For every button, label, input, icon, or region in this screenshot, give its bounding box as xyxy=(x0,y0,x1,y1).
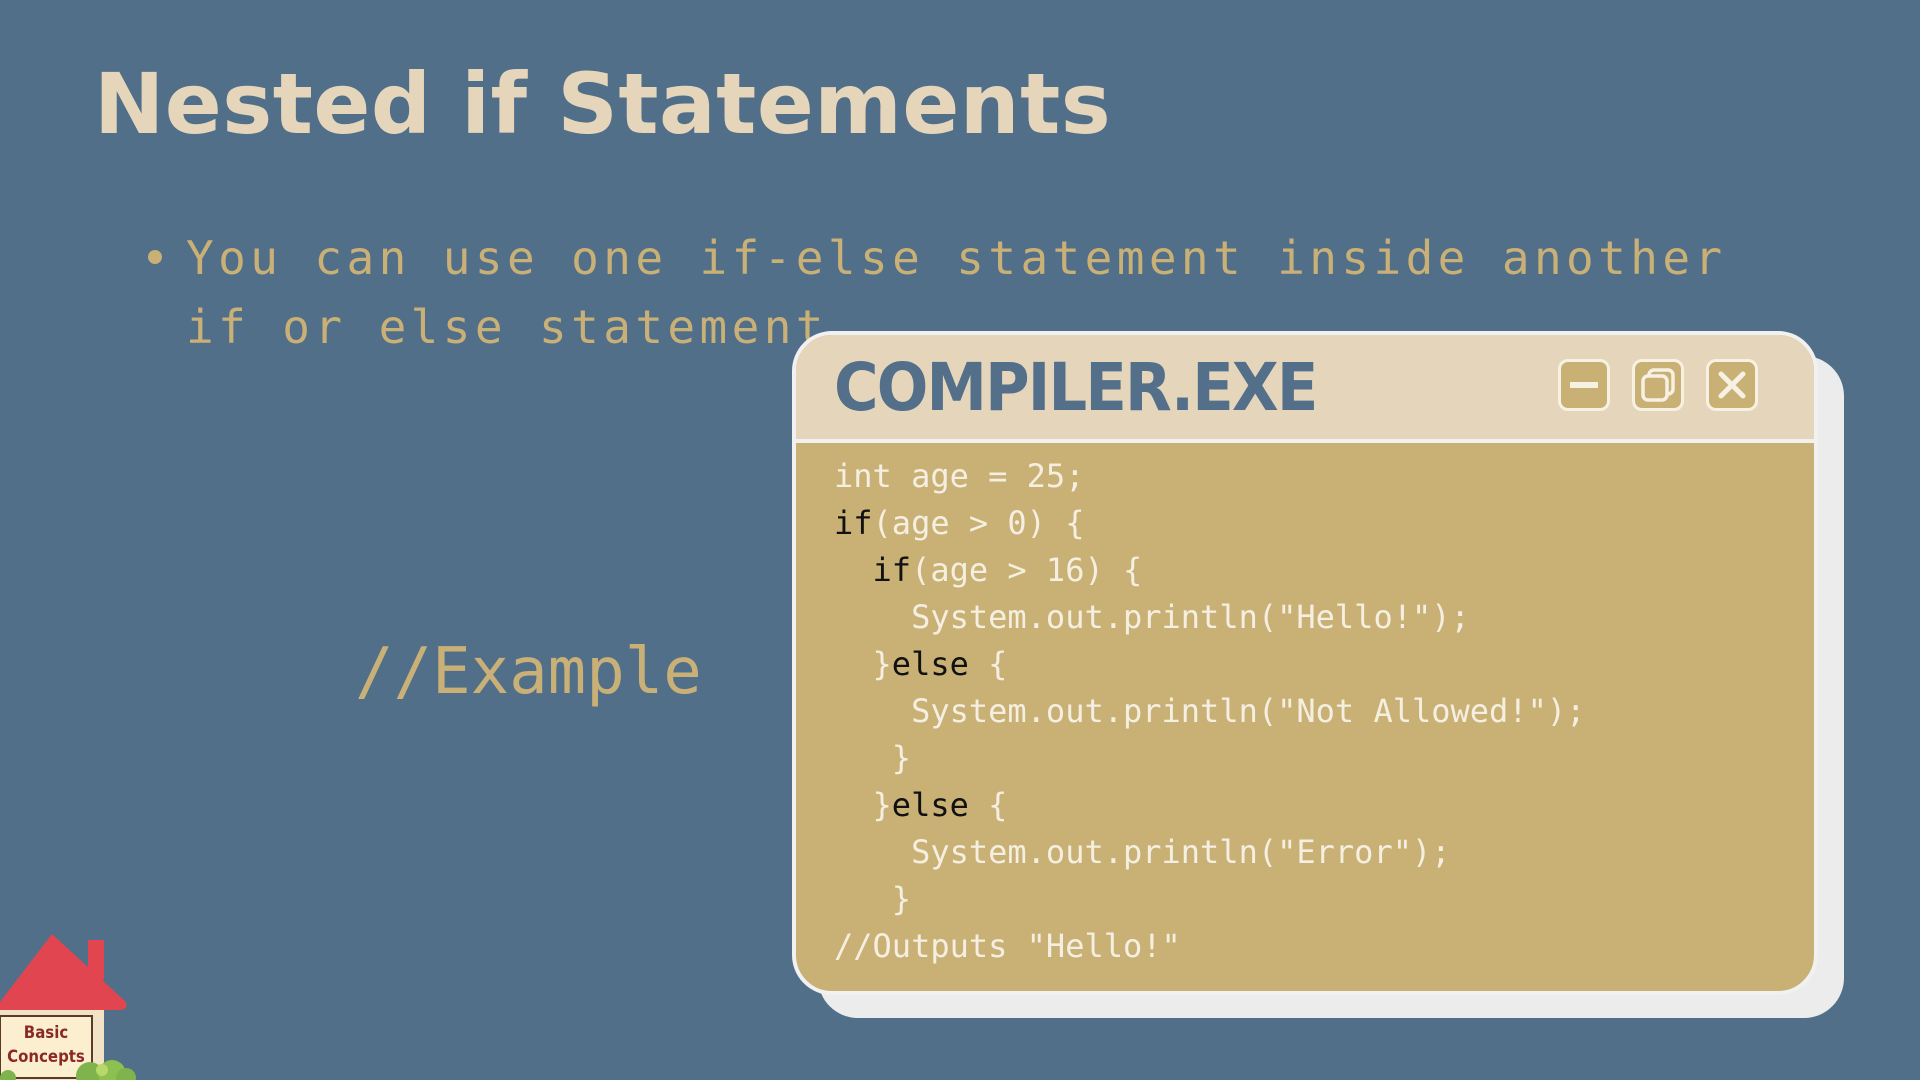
minimize-button[interactable] xyxy=(1558,359,1610,411)
minimize-icon xyxy=(1570,382,1598,388)
code-line: if(age > 16) { xyxy=(834,547,1585,594)
code-text: (age > 16) { xyxy=(911,551,1143,589)
close-button[interactable] xyxy=(1706,359,1758,411)
code-line: if(age > 0) { xyxy=(834,500,1585,547)
close-icon xyxy=(1718,371,1746,399)
code-line: int age = 25; xyxy=(834,453,1585,500)
code-line: }else { xyxy=(834,782,1585,829)
restore-icon xyxy=(1641,368,1675,402)
code-text: //Outputs "Hello!" xyxy=(834,927,1181,965)
code-text: (age > 0) { xyxy=(872,504,1085,542)
code-line: System.out.println("Not Allowed!"); xyxy=(834,688,1585,735)
badge-line-1: Basic xyxy=(23,1023,69,1043)
basic-concepts-badge[interactable]: Basic Concepts xyxy=(7,1018,85,1072)
window-titlebar[interactable]: COMPILER.EXE xyxy=(796,335,1814,443)
code-block: int age = 25; if(age > 0) { if(age > 16) … xyxy=(834,453,1585,970)
restore-button[interactable] xyxy=(1632,359,1684,411)
code-brace: } xyxy=(834,645,892,683)
compiler-window: COMPILER.EXE int age = 25; if(age > 0) { … xyxy=(792,331,1818,995)
code-text: { xyxy=(968,786,1008,824)
example-label: //Example xyxy=(355,635,702,709)
code-line: } xyxy=(834,876,1585,923)
code-keyword: else xyxy=(891,786,969,824)
code-line: System.out.println("Error"); xyxy=(834,829,1585,876)
code-keyword: if xyxy=(834,504,873,542)
code-line: System.out.println("Hello!"); xyxy=(834,594,1585,641)
code-brace: } xyxy=(834,786,892,824)
code-text: } xyxy=(834,880,912,918)
code-text: System.out.println("Error"); xyxy=(834,833,1451,871)
code-keyword: else xyxy=(891,645,969,683)
code-text: System.out.println("Hello!"); xyxy=(834,598,1470,636)
window-title: COMPILER.EXE xyxy=(834,349,1318,426)
code-text: System.out.println("Not Allowed!"); xyxy=(834,692,1586,730)
code-keyword: if xyxy=(834,551,912,589)
code-line: }else { xyxy=(834,641,1585,688)
code-text: } xyxy=(834,739,912,777)
slide-title: Nested if Statements xyxy=(94,55,1112,153)
code-text: int age = 25; xyxy=(834,457,1085,495)
code-line: } xyxy=(834,735,1585,782)
badge-line-2: Concepts xyxy=(7,1047,85,1067)
bullet-icon xyxy=(148,250,162,264)
code-line: //Outputs "Hello!" xyxy=(834,923,1585,970)
code-text: { xyxy=(968,645,1008,683)
